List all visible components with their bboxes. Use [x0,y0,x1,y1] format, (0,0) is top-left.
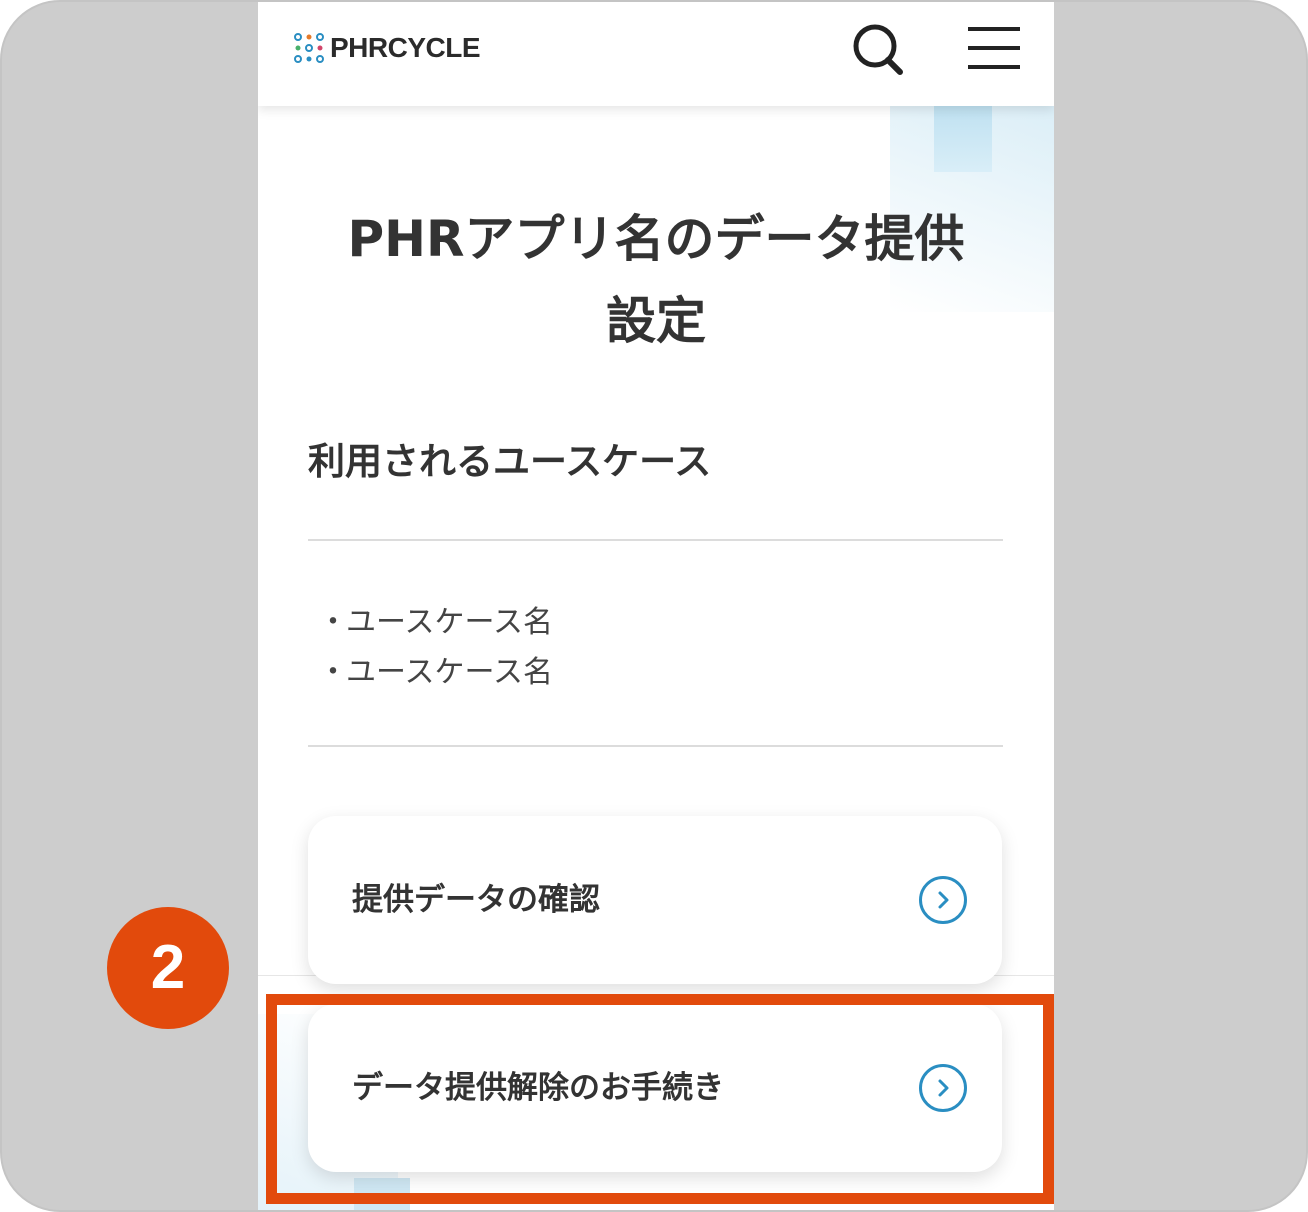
step-number-badge: 2 [107,907,229,1029]
list-item: ・ユースケース名 [318,655,553,690]
use-case-list: ・ユースケース名 ・ユースケース名 [318,598,553,698]
logo-text: PHRCYCLE [330,32,481,63]
view-provided-data-card[interactable]: 提供データの確認 [308,816,1002,984]
logo[interactable]: PHRCYCLE [292,30,481,66]
search-button[interactable] [848,22,908,78]
card-label: 提供データの確認 [352,882,600,918]
divider-top [308,539,1003,541]
page-title-line1: PHRアプリ名のデータ提供 [347,210,965,268]
use-case-name: ユースケース名 [346,605,553,640]
list-item: ・ユースケース名 [318,605,553,640]
hamburger-menu-button[interactable] [964,24,1024,72]
divider-bottom [308,745,1003,747]
use-case-section-title: 利用されるユースケース [308,440,712,483]
use-case-name: ユースケース名 [346,655,553,690]
chevron-right-circle-icon [919,876,967,924]
search-icon [853,24,903,75]
site-header: PHRCYCLE [258,2,1054,106]
page-title: PHRアプリ名のデータ提供 設定 [298,198,1014,362]
highlight-box [266,994,1054,1204]
logo-icon [294,33,324,63]
decorative-block [934,106,992,172]
page-title-line2: 設定 [606,292,706,350]
hamburger-icon [968,27,1020,69]
